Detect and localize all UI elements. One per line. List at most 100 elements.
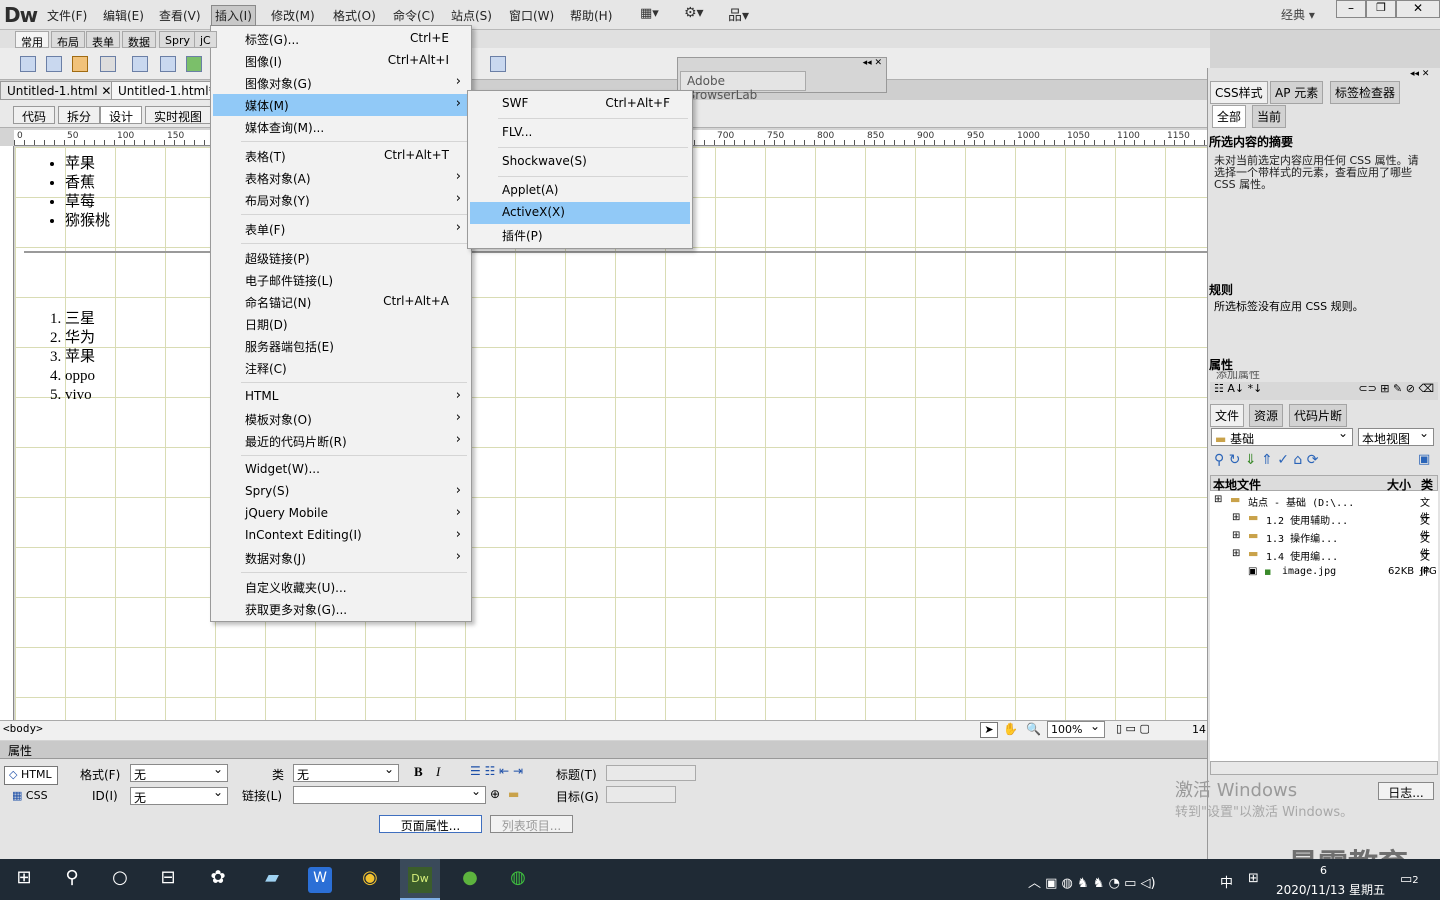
files-scrollbar[interactable] xyxy=(1210,761,1438,775)
restore-icon[interactable]: ❐ xyxy=(1366,0,1396,18)
list-item[interactable]: vivo xyxy=(65,386,95,405)
menu-item[interactable]: 服务器端包括(E) xyxy=(213,335,469,357)
files-tree[interactable]: ⊞ ▬ 站点 - 基础 (D:\... 文件 ⊞ ▬ 1.2 使用辅助... 文件 ⊞ ▬ 1.3 … xyxy=(1210,491,1438,761)
insert-tab-4[interactable]: Spry xyxy=(159,31,196,48)
menu-item[interactable]: 表单(F) › xyxy=(213,218,469,240)
page-properties-button[interactable]: 页面属性... xyxy=(379,815,482,833)
view-select[interactable]: 本地视图 xyxy=(1358,426,1434,446)
tab-files[interactable]: 文件 xyxy=(1210,404,1245,427)
table-icon[interactable] xyxy=(132,56,148,72)
zoom-icon[interactable]: 🔍 xyxy=(1026,722,1041,736)
doc-tab-2[interactable]: Untitled-1.html* xyxy=(111,81,222,100)
menu-1[interactable]: 编辑(E) xyxy=(100,6,147,25)
italic-button[interactable]: I xyxy=(436,764,440,780)
menu-3[interactable]: 插入(I) xyxy=(211,5,256,26)
zoom-select[interactable]: 100% xyxy=(1047,719,1105,738)
insert-tab-1[interactable]: 布局 xyxy=(51,31,85,49)
menu-item[interactable]: Widget(W)... xyxy=(213,459,469,481)
app-icon[interactable]: ✿ xyxy=(204,867,232,893)
split-view-button[interactable]: 拆分 xyxy=(58,106,101,124)
hand-icon[interactable]: ✋ xyxy=(1003,722,1018,736)
menu-item[interactable]: InContext Editing(I) › xyxy=(213,525,469,547)
start-icon[interactable]: ⊞ xyxy=(10,867,38,893)
id-select[interactable]: 无 xyxy=(130,785,228,805)
menu-item[interactable]: ActiveX(X) xyxy=(470,202,690,224)
site-select[interactable]: ▬ 基础 xyxy=(1211,426,1353,446)
chrome-icon[interactable]: ◉ xyxy=(356,867,384,893)
menu-item[interactable]: Applet(A) xyxy=(470,180,690,202)
target-select[interactable] xyxy=(606,786,676,803)
tab-assets[interactable]: 资源 xyxy=(1249,404,1284,427)
menu-8[interactable]: 窗口(W) xyxy=(506,6,557,25)
ime-indicator[interactable]: 中 xyxy=(1220,872,1233,891)
tab-css-styles[interactable]: CSS样式 xyxy=(1210,81,1268,104)
html-mode-button[interactable]: ◇ HTML xyxy=(4,766,58,785)
menu-item[interactable]: 注释(C) xyxy=(213,357,469,379)
workspace-switcher[interactable]: 经典 ▾ xyxy=(1281,6,1315,23)
menu-4[interactable]: 修改(M) xyxy=(268,6,318,25)
email-icon[interactable] xyxy=(46,56,62,72)
files-toolbar[interactable]: ⚲ ↻ ⇓ ⇑ ✓ ⌂ ⟳ xyxy=(1214,452,1319,468)
comment-icon[interactable] xyxy=(490,56,506,72)
code-view-button[interactable]: 代码 xyxy=(13,106,56,124)
expand-icon[interactable]: ▣ xyxy=(1418,452,1430,467)
tray-icons[interactable]: ︿ ▣ ◍ ♞ ♞ ◔ ▭ ◁) xyxy=(1028,872,1156,891)
menu-0[interactable]: 文件(F) xyxy=(44,6,90,25)
menu-item[interactable]: 模板对象(O) › xyxy=(213,408,469,430)
menu-item[interactable]: 图像(I) Ctrl+Alt+I xyxy=(213,50,469,72)
list-item-button[interactable]: 列表项目... xyxy=(490,815,573,833)
expand-icon[interactable]: ⊞ xyxy=(1214,494,1222,505)
menu-9[interactable]: 帮助(H) xyxy=(567,6,615,25)
table-row[interactable]: ⊞ ▬ 1.4 使用编... 文件 xyxy=(1210,547,1438,578)
menu-7[interactable]: 站点(S) xyxy=(448,6,495,25)
browse-folder-icon[interactable]: ▬ xyxy=(508,787,519,801)
notification-icon[interactable]: ▭2 xyxy=(1400,872,1419,887)
hyperlink-icon[interactable] xyxy=(20,56,36,72)
horizontal-rule[interactable] xyxy=(24,251,1207,253)
tab-ap-elements[interactable]: AP 元素 xyxy=(1270,81,1324,104)
list-item[interactable]: oppo xyxy=(65,367,95,386)
collapse-icon[interactable]: ◂◂ ✕ xyxy=(863,58,882,68)
cortana-icon[interactable]: ○ xyxy=(106,867,134,893)
design-view-button[interactable]: 设计 xyxy=(100,106,143,124)
dreamweaver-icon[interactable]: Dw xyxy=(408,867,432,893)
menu-item[interactable]: 自定义收藏夹(U)... xyxy=(213,576,469,598)
class-select[interactable]: 无 xyxy=(293,762,399,782)
menu-5[interactable]: 格式(O) xyxy=(330,6,379,25)
list-icons[interactable]: ☰ ☷ ⇤ ⇥ xyxy=(470,764,523,778)
gear-icon[interactable]: ⚙▾ xyxy=(684,5,704,21)
table-row[interactable]: ⊞ ▬ 1.2 使用辅助... 文件 xyxy=(1210,511,1438,542)
table-row[interactable]: ⊞ ▬ 1.3 操作编... 文件 xyxy=(1210,529,1438,560)
tab-snippets[interactable]: 代码片断 xyxy=(1289,404,1348,427)
div-icon[interactable] xyxy=(160,56,176,72)
menu-item[interactable]: 超级链接(P) xyxy=(213,247,469,269)
wechat-icon[interactable]: ◍ xyxy=(504,867,532,893)
list-item[interactable]: 猕猴桃 xyxy=(65,212,110,231)
list-item[interactable]: 三星 xyxy=(65,310,95,329)
layout-icon[interactable]: ▦▾ xyxy=(640,6,659,21)
anchor-icon[interactable] xyxy=(72,56,88,72)
css-all-button[interactable]: 全部 xyxy=(1212,105,1247,128)
menu-item[interactable]: FLV... xyxy=(470,122,690,144)
menu-item[interactable]: 媒体查询(M)... xyxy=(213,116,469,138)
minimize-icon[interactable]: – xyxy=(1336,0,1366,18)
keyboard-icon[interactable]: ⊞ xyxy=(1248,871,1259,886)
menu-item[interactable]: 布局对象(Y) › xyxy=(213,189,469,211)
point-to-file-icon[interactable]: ⊕ xyxy=(490,787,500,801)
menu-item[interactable]: Shockwave(S) xyxy=(470,151,690,173)
list-item[interactable]: 苹果 xyxy=(65,155,110,174)
word-icon[interactable]: W xyxy=(308,867,332,893)
close-icon[interactable]: ✕ xyxy=(1396,0,1440,18)
list-item[interactable]: 华为 xyxy=(65,329,95,348)
insert-tab-3[interactable]: 数据 xyxy=(122,31,156,49)
insert-tab-5[interactable]: jC xyxy=(194,31,217,48)
hr-icon[interactable] xyxy=(100,56,116,72)
menu-item[interactable]: HTML › xyxy=(213,386,469,408)
close-icon[interactable]: ✕ xyxy=(101,84,111,98)
menu-item[interactable]: 电子邮件链接(L) xyxy=(213,269,469,291)
phone-list[interactable]: 三星华为苹果oppovivo xyxy=(45,310,95,405)
link-input[interactable] xyxy=(293,784,486,804)
menu-item[interactable]: 标签(G)... Ctrl+E xyxy=(213,28,469,50)
menu-item[interactable]: 获取更多对象(G)... xyxy=(213,598,469,620)
insert-tab-0[interactable]: 常用 xyxy=(15,31,49,49)
